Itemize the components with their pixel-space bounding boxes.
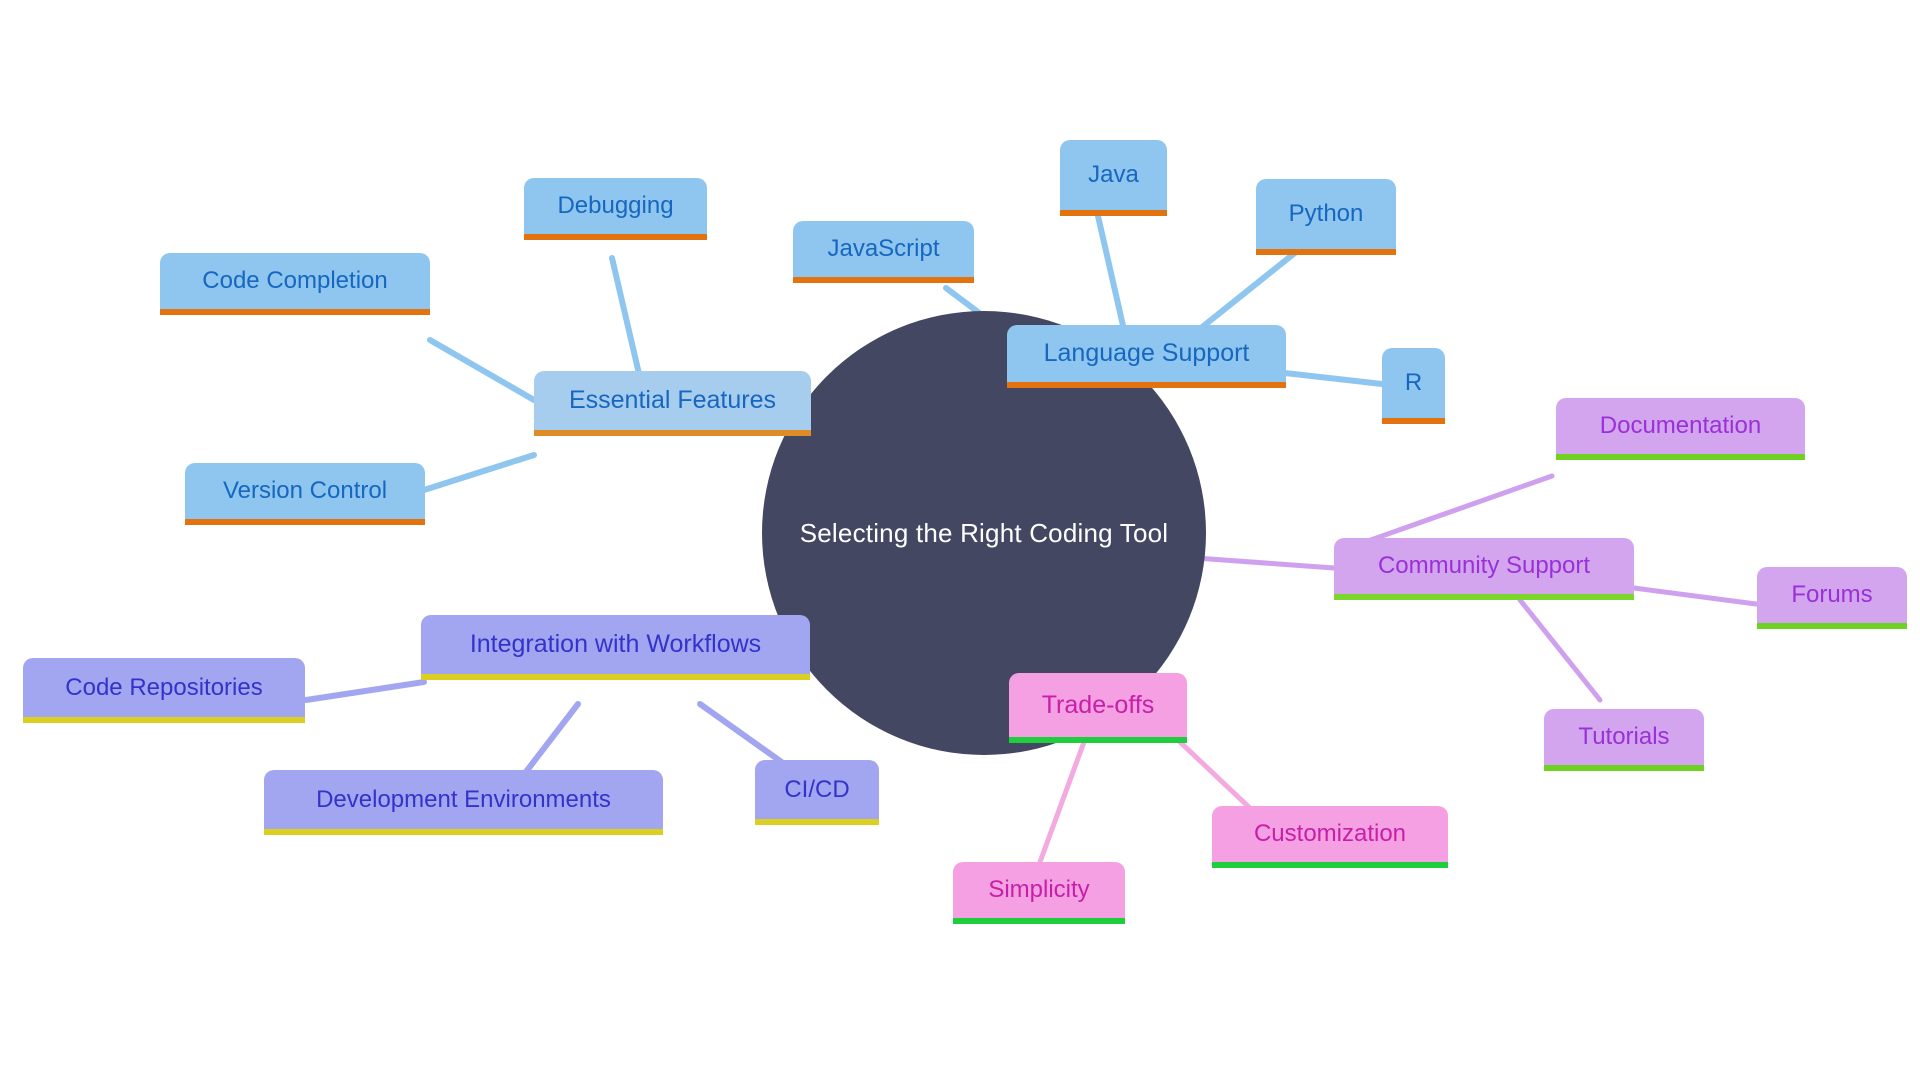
node-version-control[interactable]: Version Control bbox=[185, 463, 425, 525]
node-forums[interactable]: Forums bbox=[1757, 567, 1907, 629]
node-version-control-label: Version Control bbox=[222, 477, 388, 504]
node-community-support-label: Community Support bbox=[1377, 552, 1591, 579]
node-essential-features[interactable]: Essential Features bbox=[534, 371, 811, 436]
node-documentation-label: Documentation bbox=[1599, 412, 1762, 439]
node-code-completion-label: Code Completion bbox=[202, 267, 388, 294]
node-trade-offs[interactable]: Trade-offs bbox=[1009, 673, 1187, 743]
node-community-support[interactable]: Community Support bbox=[1334, 538, 1634, 600]
node-forums-label: Forums bbox=[1791, 581, 1873, 608]
node-simplicity-label: Simplicity bbox=[988, 876, 1090, 903]
root-node-label: Selecting the Right Coding Tool bbox=[799, 517, 1169, 548]
node-tutorials-label: Tutorials bbox=[1578, 723, 1670, 750]
edge-root-community-support bbox=[1193, 555, 1337, 571]
node-integration-with-workflows[interactable]: Integration with Workflows bbox=[421, 615, 810, 680]
edge-community-support-tutorials bbox=[1517, 597, 1603, 703]
node-tutorials[interactable]: Tutorials bbox=[1544, 709, 1704, 771]
node-development-environments-label: Development Environments bbox=[316, 785, 611, 813]
edge-essential-features-code-completion bbox=[427, 337, 537, 403]
edge-trade-offs-customization bbox=[1177, 739, 1255, 813]
edge-essential-features-debugging bbox=[609, 255, 643, 381]
node-debugging[interactable]: Debugging bbox=[524, 178, 707, 240]
node-integration-with-workflows-label: Integration with Workflows bbox=[469, 630, 762, 658]
edge-integration-code-repositories bbox=[303, 679, 427, 703]
node-code-repositories-label: Code Repositories bbox=[65, 673, 263, 701]
node-java-label: Java bbox=[1088, 161, 1139, 188]
node-documentation[interactable]: Documentation bbox=[1556, 398, 1805, 460]
node-simplicity[interactable]: Simplicity bbox=[953, 862, 1125, 924]
node-ci-cd-label: CI/CD bbox=[784, 775, 850, 803]
mindmap-canvas: Selecting the Right Coding Tool Essentia… bbox=[0, 0, 1920, 1080]
node-development-environments[interactable]: Development Environments bbox=[264, 770, 663, 835]
node-customization-label: Customization bbox=[1253, 820, 1407, 847]
node-language-support[interactable]: Language Support bbox=[1007, 325, 1286, 388]
edge-community-support-forums bbox=[1631, 585, 1759, 607]
edge-language-support-java bbox=[1095, 213, 1127, 333]
edge-integration-ci-cd bbox=[697, 701, 793, 771]
node-r-label: R bbox=[1404, 369, 1423, 396]
node-python-label: Python bbox=[1288, 200, 1364, 227]
node-essential-features-label: Essential Features bbox=[568, 386, 777, 414]
node-code-repositories[interactable]: Code Repositories bbox=[23, 658, 305, 723]
node-python[interactable]: Python bbox=[1256, 179, 1396, 255]
edge-language-support-python bbox=[1193, 249, 1299, 335]
node-customization[interactable]: Customization bbox=[1212, 806, 1448, 868]
node-java[interactable]: Java bbox=[1060, 140, 1167, 216]
node-javascript-label: JavaScript bbox=[827, 235, 940, 262]
node-trade-offs-label: Trade-offs bbox=[1041, 690, 1155, 719]
node-language-support-label: Language Support bbox=[1043, 339, 1250, 367]
edge-language-support-r bbox=[1273, 369, 1385, 387]
node-debugging-label: Debugging bbox=[557, 192, 674, 219]
node-r[interactable]: R bbox=[1382, 348, 1445, 424]
edge-essential-features-version-control bbox=[421, 452, 537, 493]
node-ci-cd[interactable]: CI/CD bbox=[755, 760, 879, 825]
node-code-completion[interactable]: Code Completion bbox=[160, 253, 430, 315]
edge-trade-offs-simplicity bbox=[1037, 739, 1087, 865]
node-javascript[interactable]: JavaScript bbox=[793, 221, 974, 283]
